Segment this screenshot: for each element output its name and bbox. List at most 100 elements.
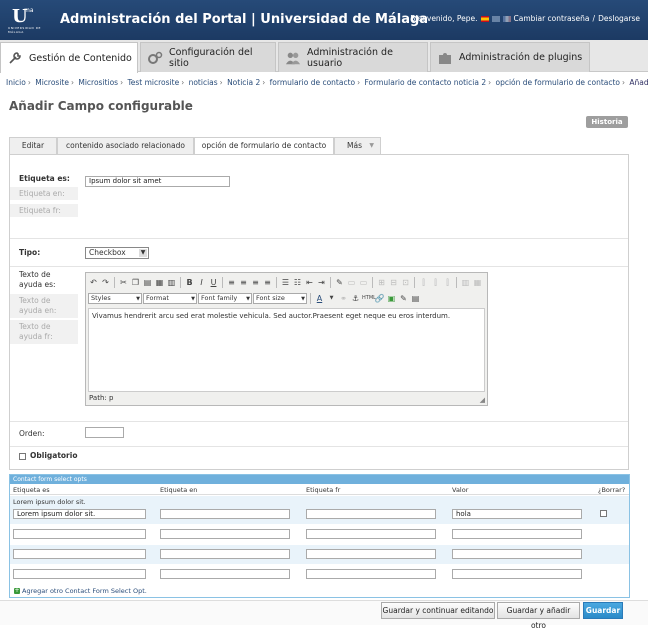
cleanup-icon[interactable]: ✎ bbox=[398, 293, 409, 304]
change-password-link[interactable]: Cambiar contraseña bbox=[514, 14, 590, 23]
breadcrumb-item[interactable]: Inicio bbox=[6, 78, 26, 87]
paste-icon[interactable]: ▤ bbox=[142, 277, 153, 288]
image-icon[interactable]: ▣ bbox=[386, 293, 397, 304]
tab-opcion-formulario[interactable]: opción de formulario de contacto bbox=[194, 137, 334, 155]
underline-icon[interactable]: U bbox=[208, 277, 219, 288]
col-before-icon: ⫿ bbox=[422, 277, 425, 287]
delete-col-icon: ⫿ bbox=[446, 277, 449, 287]
copy-icon[interactable]: ❐ bbox=[130, 277, 141, 288]
tab-label: Gestión de Contenido bbox=[29, 52, 132, 64]
edit-icon[interactable]: ✎ bbox=[334, 277, 345, 288]
etiqueta-es-input[interactable] bbox=[13, 569, 146, 579]
logout-link[interactable]: Deslogarse bbox=[598, 14, 640, 23]
etiqueta-es-input[interactable] bbox=[13, 529, 146, 539]
etiqueta-es-input[interactable]: Lorem ipsum dolor sit. bbox=[13, 509, 146, 519]
indent-icon[interactable]: ⇥ bbox=[316, 277, 327, 288]
html-icon[interactable]: HTML bbox=[362, 293, 376, 304]
tab-mas-label: Más bbox=[347, 141, 362, 150]
tab-label: Configuración del sitio bbox=[169, 46, 253, 69]
rich-text-editor: ↶ ↷ ✂ ❐ ▤ ▦ ▥ B I U ≡ ≡ ≡ ≡ ☰ ☷ ⇤ ⇥ ✎ ▭ … bbox=[85, 272, 488, 406]
add-another-link[interactable]: + Agregar otro Contact Form Select Opt. bbox=[14, 587, 147, 595]
col-after-icon: ⫿ bbox=[434, 277, 437, 287]
styles-select[interactable]: Styles ▼ bbox=[88, 292, 142, 304]
breadcrumb: Inicio › Microsite › Micrositios › Test mic… bbox=[6, 78, 648, 87]
tab-contenido-asociado[interactable]: contenido asociado relacionado bbox=[57, 137, 194, 154]
table-icon: ▭ bbox=[347, 277, 356, 287]
font-size-select[interactable]: Font size ▼ bbox=[253, 292, 307, 304]
history-button[interactable]: Historia bbox=[586, 116, 628, 128]
dropdown-arrow-icon[interactable]: ▼ bbox=[326, 293, 337, 304]
tab-administracion-usuario[interactable]: Administración de usuario bbox=[278, 42, 428, 72]
orden-label: Orden: bbox=[19, 429, 45, 438]
breadcrumb-item[interactable]: Noticia 2 bbox=[227, 78, 260, 87]
redo-icon[interactable]: ↷ bbox=[100, 277, 111, 288]
text-color-icon[interactable]: A bbox=[314, 293, 325, 304]
tab-gestion-contenido[interactable]: Gestión de Contenido bbox=[0, 42, 138, 73]
etiqueta-fr-label: Etiqueta fr: bbox=[10, 204, 78, 217]
etiqueta-es-input[interactable] bbox=[13, 549, 146, 559]
tab-label: Administración de usuario bbox=[307, 46, 393, 69]
etiqueta-fr-input[interactable] bbox=[306, 509, 436, 519]
unlink-icon: ⚭ bbox=[340, 293, 347, 303]
university-logo[interactable]: U ma UNIVERSIDAD DE MÁLAGA bbox=[8, 6, 48, 36]
font-family-select[interactable]: Font family ▼ bbox=[198, 292, 252, 304]
etiqueta-fr-input[interactable] bbox=[306, 529, 436, 539]
etiqueta-en-input[interactable] bbox=[160, 529, 290, 539]
divider bbox=[10, 446, 628, 447]
save-continue-button[interactable]: Guardar y continuar editando bbox=[381, 602, 495, 619]
tab-mas[interactable]: Más ▼ bbox=[334, 137, 381, 154]
obligatorio-checkbox[interactable] bbox=[19, 453, 26, 460]
french-flag-icon[interactable] bbox=[502, 15, 511, 22]
align-right-icon[interactable]: ≡ bbox=[250, 277, 261, 288]
etiqueta-fr-input[interactable] bbox=[306, 549, 436, 559]
etiqueta-es-input[interactable]: Ipsum dolor sit amet bbox=[85, 176, 230, 187]
etiqueta-fr-input[interactable] bbox=[306, 569, 436, 579]
etiqueta-en-label: Etiqueta en: bbox=[10, 187, 78, 200]
column-header: Etiqueta es bbox=[13, 486, 50, 494]
orden-input[interactable] bbox=[85, 427, 124, 438]
tab-editar[interactable]: Editar bbox=[9, 137, 57, 154]
valor-input[interactable]: hola bbox=[452, 509, 582, 519]
align-center-icon[interactable]: ≡ bbox=[238, 277, 249, 288]
valor-input[interactable] bbox=[452, 569, 582, 579]
link-icon[interactable]: 🔗 bbox=[374, 293, 385, 304]
breadcrumb-item[interactable]: Micrositios bbox=[78, 78, 118, 87]
save-add-another-button[interactable]: Guardar y añadir otro bbox=[497, 602, 580, 630]
top-header: U ma UNIVERSIDAD DE MÁLAGA Administració… bbox=[0, 0, 648, 40]
save-button[interactable]: Guardar bbox=[583, 602, 623, 619]
paste-text-icon[interactable]: ▥ bbox=[166, 277, 177, 288]
valor-input[interactable] bbox=[452, 549, 582, 559]
spanish-flag-icon[interactable] bbox=[480, 15, 489, 22]
tab-administracion-plugins[interactable]: Administración de plugins bbox=[430, 42, 590, 72]
bullet-list-icon[interactable]: ☰ bbox=[280, 277, 291, 288]
numbered-list-icon[interactable]: ☷ bbox=[292, 277, 303, 288]
resize-handle-icon[interactable]: ◢ bbox=[480, 396, 485, 404]
cut-icon[interactable]: ✂ bbox=[118, 277, 129, 288]
breadcrumb-item[interactable]: Microsite bbox=[35, 78, 69, 87]
etiqueta-en-input[interactable] bbox=[160, 509, 290, 519]
etiqueta-en-input[interactable] bbox=[160, 569, 290, 579]
users-icon bbox=[285, 50, 301, 66]
align-left-icon[interactable]: ≡ bbox=[226, 277, 237, 288]
visual-aid-icon[interactable]: ▤ bbox=[410, 293, 421, 304]
anchor-icon[interactable]: ⚓ bbox=[350, 293, 361, 304]
tipo-select[interactable]: Checkbox ▼ bbox=[85, 247, 149, 259]
align-justify-icon[interactable]: ≡ bbox=[262, 277, 273, 288]
valor-input[interactable] bbox=[452, 529, 582, 539]
bold-icon[interactable]: B bbox=[184, 277, 195, 288]
breadcrumb-item[interactable]: noticias bbox=[189, 78, 218, 87]
delete-checkbox[interactable] bbox=[600, 510, 607, 517]
format-select[interactable]: Format ▼ bbox=[143, 292, 197, 304]
undo-icon[interactable]: ↶ bbox=[88, 277, 99, 288]
breadcrumb-item[interactable]: formulario de contacto bbox=[270, 78, 355, 87]
paste-word-icon[interactable]: ▦ bbox=[154, 277, 165, 288]
english-flag-icon[interactable] bbox=[491, 15, 500, 22]
breadcrumb-item[interactable]: opción de formulario de contacto bbox=[496, 78, 621, 87]
etiqueta-en-input[interactable] bbox=[160, 549, 290, 559]
breadcrumb-item[interactable]: Test microsite bbox=[127, 78, 179, 87]
italic-icon[interactable]: I bbox=[196, 277, 207, 288]
tab-configuracion-sitio[interactable]: Configuración del sitio bbox=[140, 42, 276, 72]
editor-content[interactable]: Vivamus hendrerit arcu sed erat molestie… bbox=[88, 308, 485, 392]
breadcrumb-item[interactable]: Formulario de contacto noticia 2 bbox=[365, 78, 487, 87]
outdent-icon[interactable]: ⇤ bbox=[304, 277, 315, 288]
